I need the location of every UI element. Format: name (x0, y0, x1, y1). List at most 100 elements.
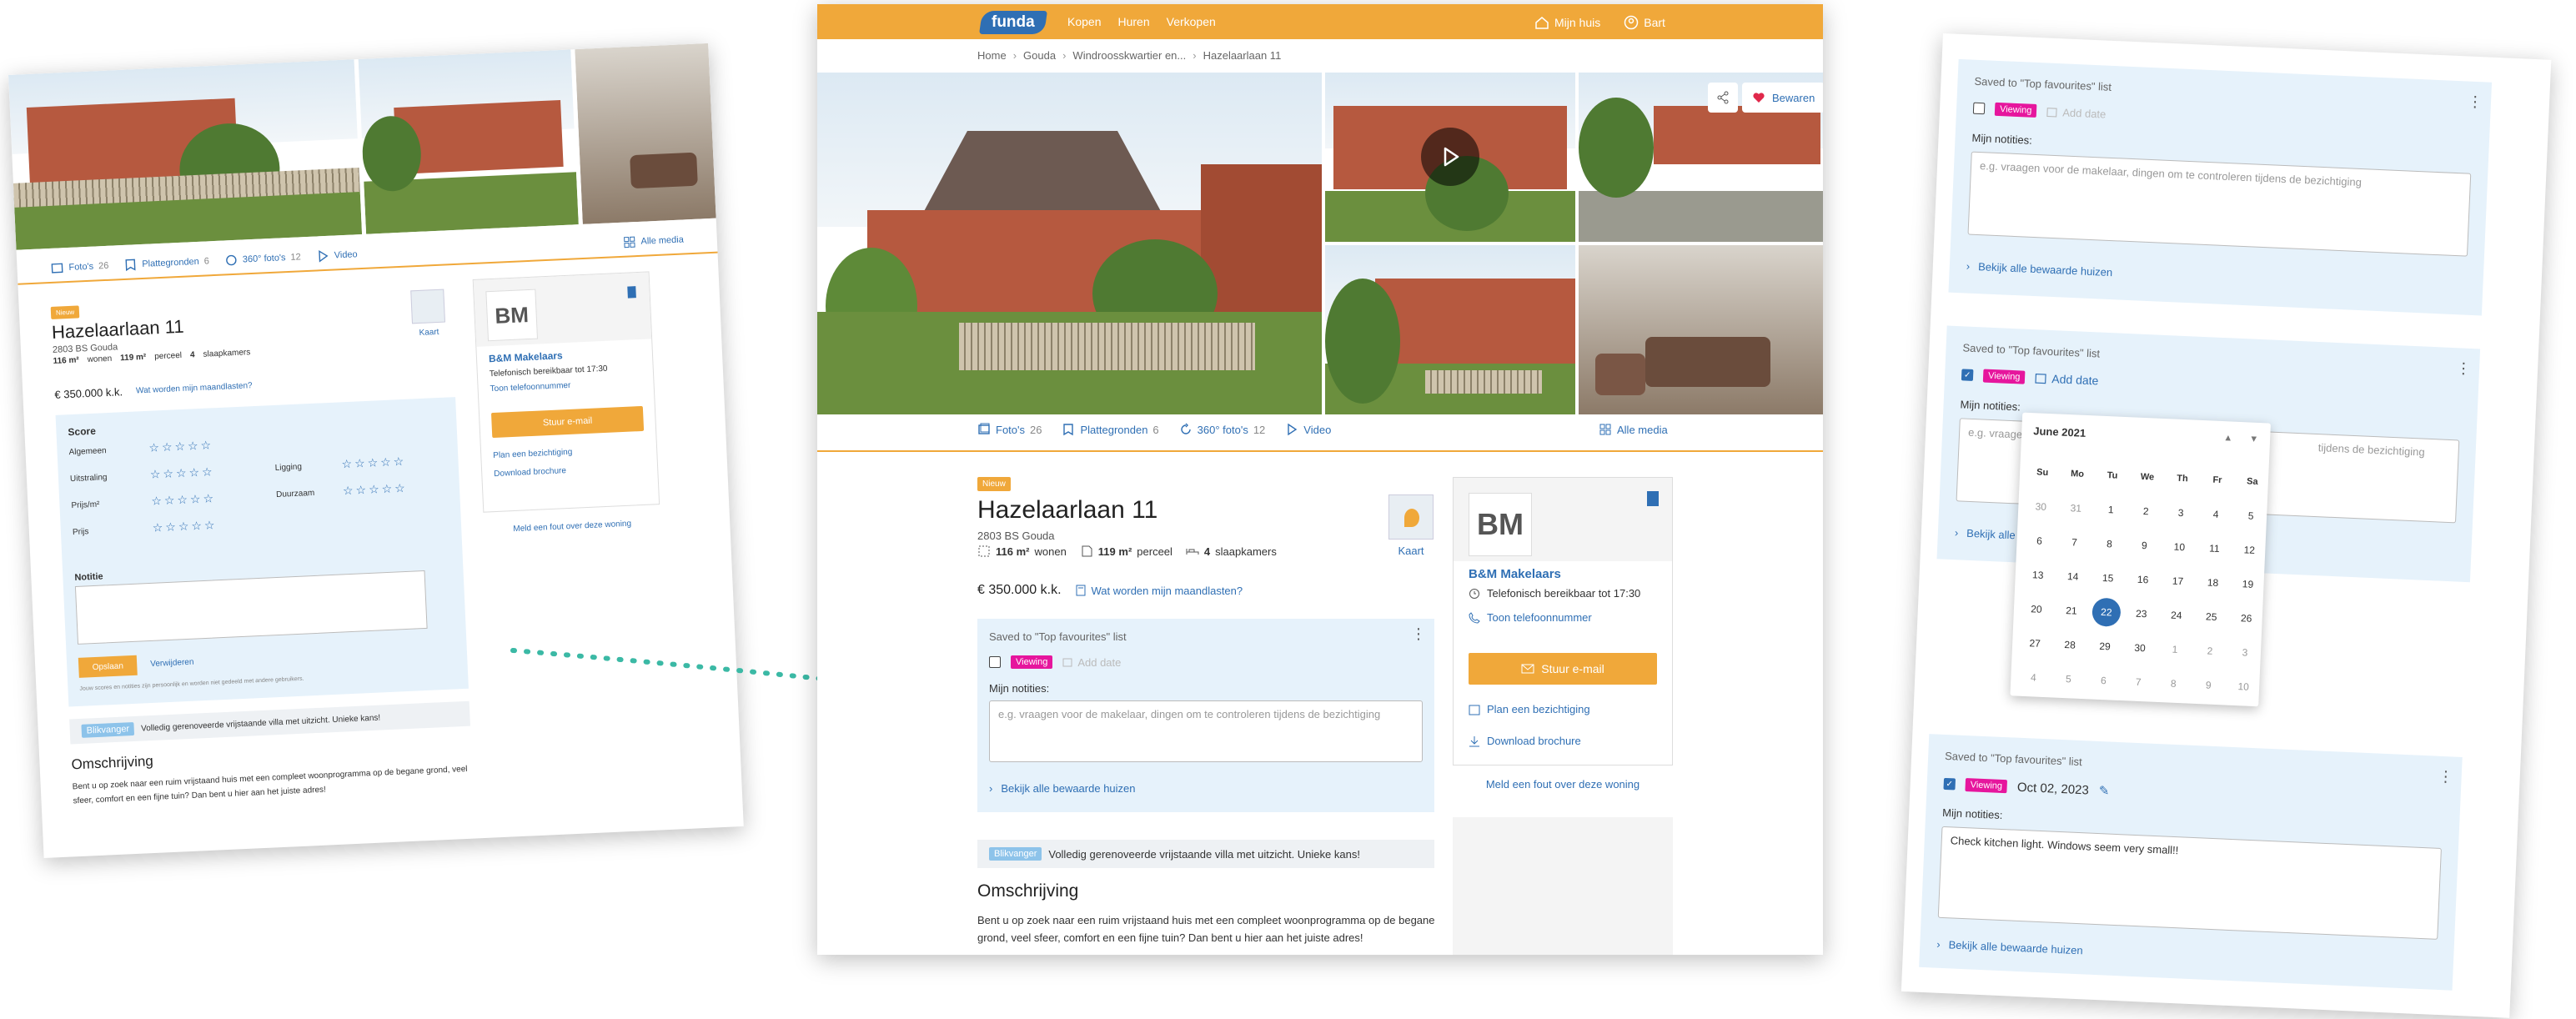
bewaren-button[interactable]: Bewaren (1742, 83, 1823, 113)
calendar-day[interactable]: 30 (2022, 489, 2059, 525)
viewing-checkbox[interactable]: ✓ (1961, 369, 1974, 381)
user-menu[interactable]: Bart (1624, 15, 1665, 30)
add-date-button[interactable]: Add date (2035, 371, 2099, 388)
fotos-link[interactable]: Foto's 26 (977, 423, 1042, 436)
photo-main[interactable] (817, 73, 1322, 414)
calendar-day[interactable]: 28 (2051, 626, 2088, 662)
agent-name[interactable]: B&M Makelaars (489, 349, 563, 364)
mijn-huis-link[interactable]: Mijn huis (1534, 15, 1600, 30)
plan-link[interactable]: Plan een bezichtiging (493, 448, 572, 460)
viewing-checkbox[interactable]: ✓ (1943, 777, 1956, 791)
star-rating[interactable]: ☆☆☆☆☆ (152, 518, 217, 535)
share-button[interactable] (1708, 83, 1738, 113)
photo-3[interactable] (575, 43, 716, 224)
calendar-day[interactable]: 3 (2227, 635, 2263, 670)
calendar-day[interactable]: 15 (2090, 560, 2127, 595)
add-date-button[interactable]: Add date (1062, 656, 1121, 669)
notes-textarea[interactable]: e.g. vraagen voor de makelaar, dingen om… (1967, 151, 2472, 257)
calendar-day[interactable]: 6 (2021, 523, 2058, 559)
more-options-icon[interactable]: ⋮ (2456, 359, 2472, 378)
verwijderen-link[interactable]: Verwijderen (150, 658, 194, 669)
calendar-day[interactable]: 4 (2016, 660, 2052, 695)
calendar-day[interactable]: 26 (2228, 600, 2265, 636)
calendar-day[interactable]: 19 (2230, 566, 2267, 602)
calendar-day[interactable]: 12 (2231, 532, 2267, 568)
calendar-day[interactable]: 17 (2160, 563, 2197, 599)
calendar-day[interactable]: 9 (2127, 527, 2163, 563)
more-options-icon[interactable]: ⋮ (1411, 625, 1426, 643)
photo-2[interactable] (358, 49, 579, 234)
photo-video[interactable] (1325, 73, 1575, 242)
fotos360-link[interactable]: 360° foto's 12 (1179, 423, 1265, 436)
calendar-day[interactable]: 8 (2091, 525, 2128, 561)
breadcrumb-wijk[interactable]: Windroosskwartier en... (1072, 49, 1186, 62)
meld-link[interactable]: Meld een fout over deze woning (484, 518, 660, 535)
star-rating[interactable]: ☆☆☆☆☆ (148, 438, 213, 455)
calendar-day[interactable]: 20 (2018, 591, 2055, 627)
video-link[interactable]: Video (1285, 423, 1331, 436)
more-options-icon[interactable]: ⋮ (2438, 768, 2453, 786)
view-saved-homes-link[interactable]: › Bekijk alle bewaarde huizen (1936, 938, 2083, 957)
video-link[interactable]: Video (315, 248, 358, 263)
calendar-day[interactable]: 1 (2092, 491, 2129, 527)
calendar-day[interactable]: 6 (2085, 662, 2122, 698)
phone-link[interactable]: Toon telefoonnummer (1469, 611, 1592, 624)
alle-media-link[interactable]: Alle media (1599, 423, 1668, 436)
calendar-day[interactable]: 11 (2197, 530, 2233, 566)
view-saved-homes-link[interactable]: › Bekijk alle (1955, 526, 2016, 541)
add-date-button[interactable]: Add date (2046, 105, 2106, 120)
calendar-day[interactable]: 7 (2120, 664, 2157, 700)
more-options-icon[interactable]: ⋮ (2468, 93, 2483, 112)
viewing-checkbox[interactable] (989, 656, 1001, 668)
calendar-day[interactable]: 18 (2195, 565, 2232, 600)
notes-textarea[interactable]: e.g. vraagen voor de makelaar, dingen om… (989, 700, 1423, 762)
meld-link[interactable]: Meld een fout over deze woning (1453, 778, 1673, 791)
breadcrumb-home[interactable]: Home (977, 49, 1007, 62)
calendar-day[interactable]: 25 (2193, 599, 2230, 635)
calendar-day[interactable]: 27 (2016, 625, 2053, 661)
plattegronden-link[interactable]: Plattegronden 6 (1062, 423, 1159, 436)
phone-link[interactable]: Toon telefoonnummer (490, 381, 570, 394)
notes-textarea[interactable]: Check kitchen light. Windows seem very s… (1937, 826, 2442, 940)
nav-kopen[interactable]: Kopen (1067, 15, 1101, 28)
calendar-day[interactable]: 3 (2162, 494, 2199, 530)
calendar-day[interactable]: 30 (2122, 630, 2158, 665)
plattegronden-link[interactable]: Plattegronden 6 (123, 254, 209, 272)
photo-3[interactable]: Bewaren (1579, 73, 1823, 242)
photo-4[interactable] (1325, 245, 1575, 414)
email-button[interactable]: Stuur e-mail (490, 405, 645, 439)
alle-media-link[interactable]: Alle media (622, 233, 684, 248)
calendar-day[interactable]: 8 (2155, 665, 2192, 701)
calendar-day[interactable]: 29 (2086, 628, 2123, 664)
next-month-icon[interactable]: ▼ (2249, 434, 2258, 444)
star-rating[interactable]: ☆☆☆☆☆ (150, 464, 215, 482)
opslaan-button[interactable]: Opslaan (78, 655, 138, 678)
calendar-day[interactable]: 21 (2053, 592, 2090, 628)
fotos-link[interactable]: Foto's 26 (50, 259, 109, 275)
viewing-checkbox[interactable] (1972, 102, 1986, 115)
star-rating[interactable]: ☆☆☆☆☆ (343, 481, 408, 499)
brochure-link[interactable]: Download brochure (494, 466, 566, 479)
view-saved-homes-link[interactable]: › Bekijk alle bewaarde huizen (1966, 259, 2113, 279)
notitie-textarea[interactable] (74, 570, 428, 645)
bookmark-icon[interactable] (1647, 491, 1659, 506)
photo-5[interactable] (1579, 245, 1823, 414)
prev-month-icon[interactable]: ▲ (2223, 433, 2232, 443)
calendar-day[interactable]: 10 (2162, 529, 2198, 565)
star-rating[interactable]: ☆☆☆☆☆ (341, 454, 406, 472)
play-video-button[interactable] (1421, 128, 1479, 186)
calendar-day[interactable]: 31 (2057, 490, 2094, 526)
view-saved-homes-link[interactable]: › Bekijk alle bewaarde huizen (989, 782, 1136, 795)
funda-logo[interactable]: funda (979, 11, 1047, 34)
calendar-day[interactable]: 5 (2232, 498, 2269, 534)
calendar-day[interactable]: 9 (2190, 667, 2227, 703)
calendar-day[interactable]: 23 (2123, 595, 2160, 631)
brochure-link[interactable]: Download brochure (1469, 735, 1581, 747)
calendar-day[interactable]: 2 (2127, 493, 2164, 529)
kaart-link[interactable]: Kaart (402, 289, 454, 339)
agent-name[interactable]: B&M Makelaars (1469, 567, 1561, 581)
calendar-day[interactable]: 10 (2225, 669, 2262, 705)
calendar-day[interactable]: 2 (2192, 633, 2228, 669)
maandlasten-link[interactable]: Wat worden mijn maandlasten? (1075, 585, 1243, 597)
calendar-day[interactable]: 16 (2125, 561, 2162, 597)
